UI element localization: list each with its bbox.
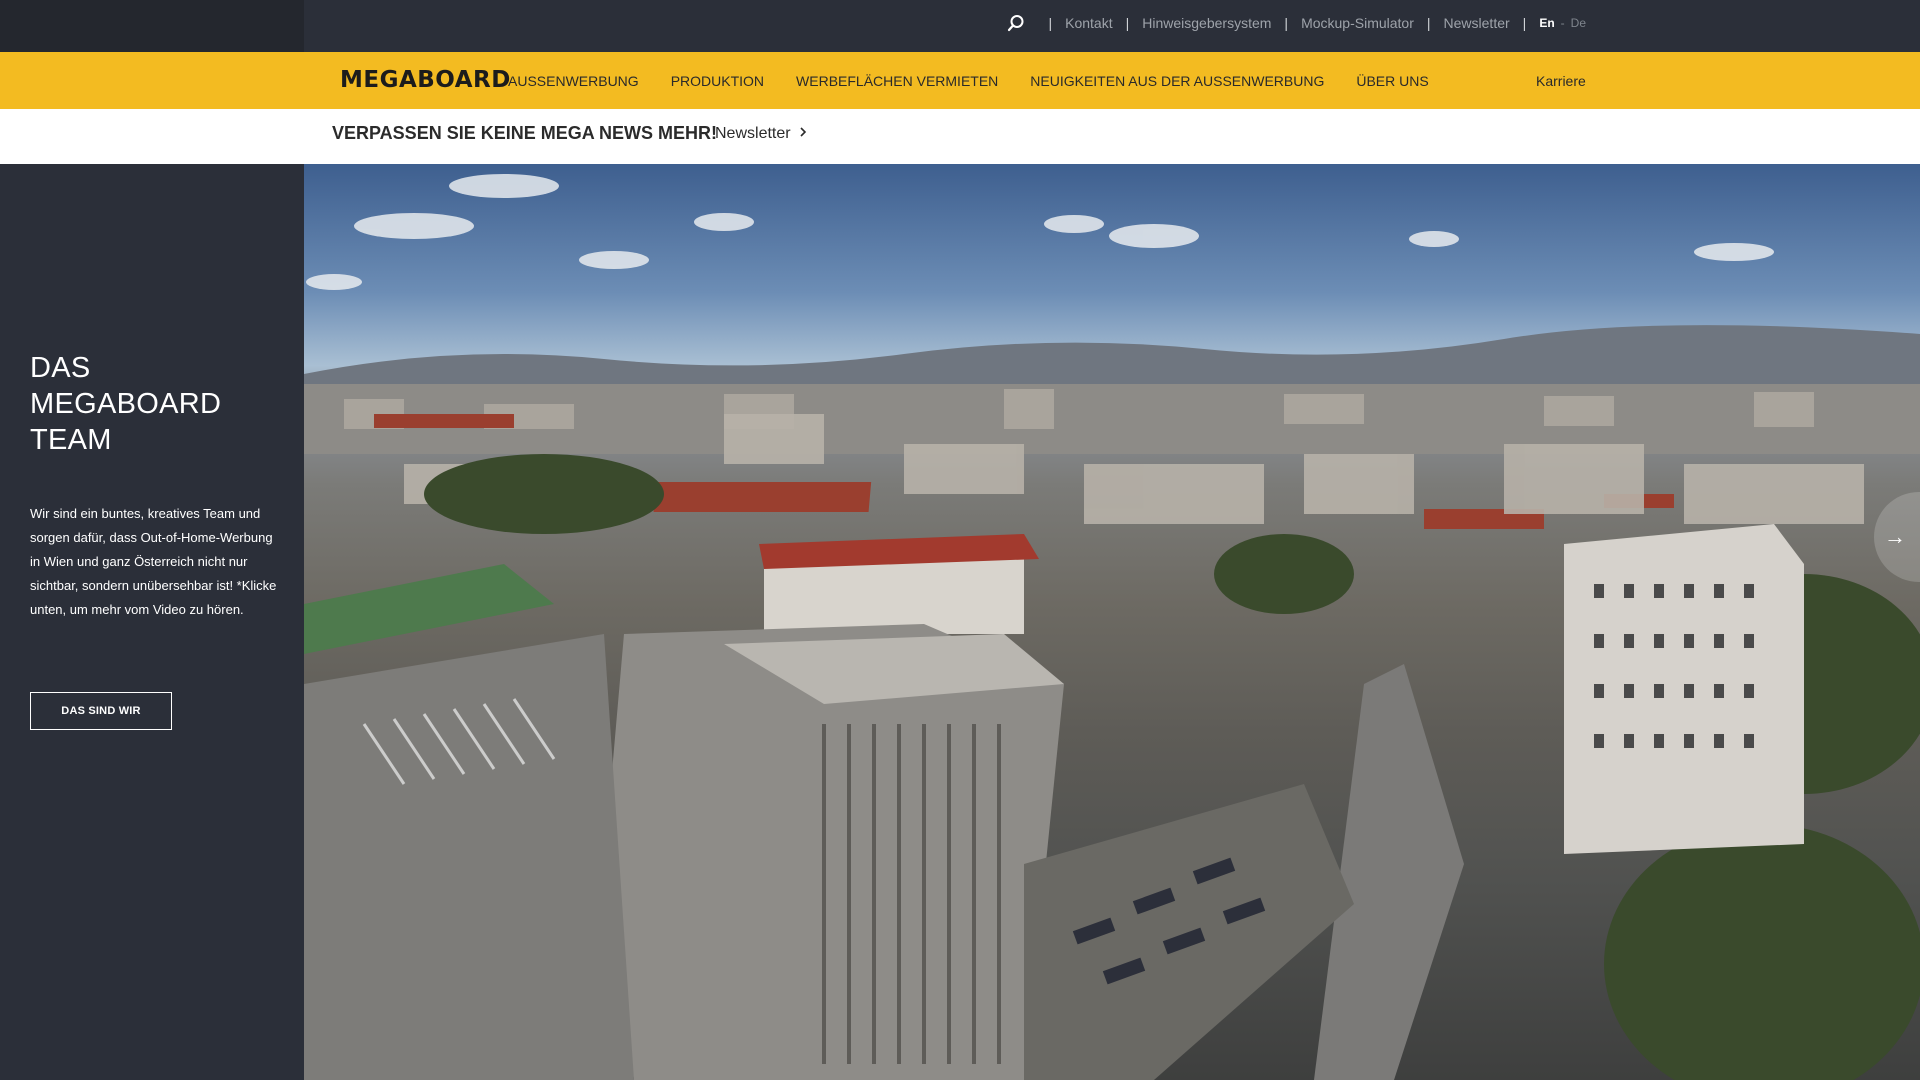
newsletter-top-link[interactable]: Newsletter: [1444, 15, 1510, 31]
hero-video[interactable]: →: [304, 164, 1920, 1080]
city-aerial-image: [304, 174, 1920, 1080]
mockup-simulator-link[interactable]: Mockup-Simulator: [1301, 15, 1414, 31]
newsletter-headline: VERPASSEN SIE KEINE MEGA NEWS MEHR!: [332, 123, 718, 143]
newsletter-banner: VERPASSEN SIE KEINE MEGA NEWS MEHR! News…: [0, 109, 1920, 164]
nav-item-ueber-uns[interactable]: ÜBER UNS: [1356, 73, 1428, 89]
das-sind-wir-button[interactable]: DAS SIND WIR: [30, 692, 172, 730]
nav-item-werbeflaechen-vermieten[interactable]: WERBEFLÄCHEN VERMIETEN: [796, 73, 998, 89]
lang-de[interactable]: De: [1571, 16, 1586, 30]
kontakt-link[interactable]: Kontakt: [1065, 15, 1112, 31]
top-bar-left-block: [0, 0, 304, 52]
separator: |: [1048, 15, 1053, 31]
team-intro-panel: DAS MEGABOARD TEAM Wir sind ein buntes, …: [0, 164, 304, 1080]
megaboard-logo[interactable]: MEGABOARD: [340, 67, 511, 93]
nav-item-aussenwerbung[interactable]: AUSSENWERBUNG: [508, 73, 639, 89]
newsletter-link-label: Newsletter: [715, 125, 791, 142]
language-switcher: En - De: [1539, 16, 1586, 30]
hinweisgebersystem-link[interactable]: Hinweisgebersystem: [1142, 15, 1271, 31]
utility-links: | Kontakt | Hinweisgebersystem | Mockup-…: [1005, 0, 1586, 46]
nav-item-produktion[interactable]: PRODUKTION: [671, 73, 764, 89]
team-description: Wir sind ein buntes, kreatives Team und …: [30, 506, 277, 617]
lang-separator: -: [1560, 16, 1565, 30]
nav-item-neuigkeiten[interactable]: NEUIGKEITEN AUS DER AUSSENWERBUNG: [1030, 73, 1324, 89]
lang-en[interactable]: En: [1539, 16, 1554, 30]
separator: |: [1284, 15, 1289, 31]
main-navigation: MEGABOARD AUSSENWERBUNG PRODUKTION WERBE…: [0, 52, 1920, 109]
separator: |: [1426, 15, 1431, 31]
newsletter-link[interactable]: Newsletter: [715, 125, 807, 143]
nav-item-karriere[interactable]: Karriere: [1536, 52, 1586, 109]
chevron-right-icon: [799, 125, 807, 143]
main-menu: AUSSENWERBUNG PRODUKTION WERBEFLÄCHEN VE…: [508, 52, 1461, 109]
separator: |: [1125, 15, 1130, 31]
top-utility-bar: | Kontakt | Hinweisgebersystem | Mockup-…: [0, 0, 1920, 52]
search-icon[interactable]: [1005, 12, 1027, 34]
team-title: DAS MEGABOARD TEAM: [30, 352, 222, 456]
separator: |: [1522, 15, 1527, 31]
